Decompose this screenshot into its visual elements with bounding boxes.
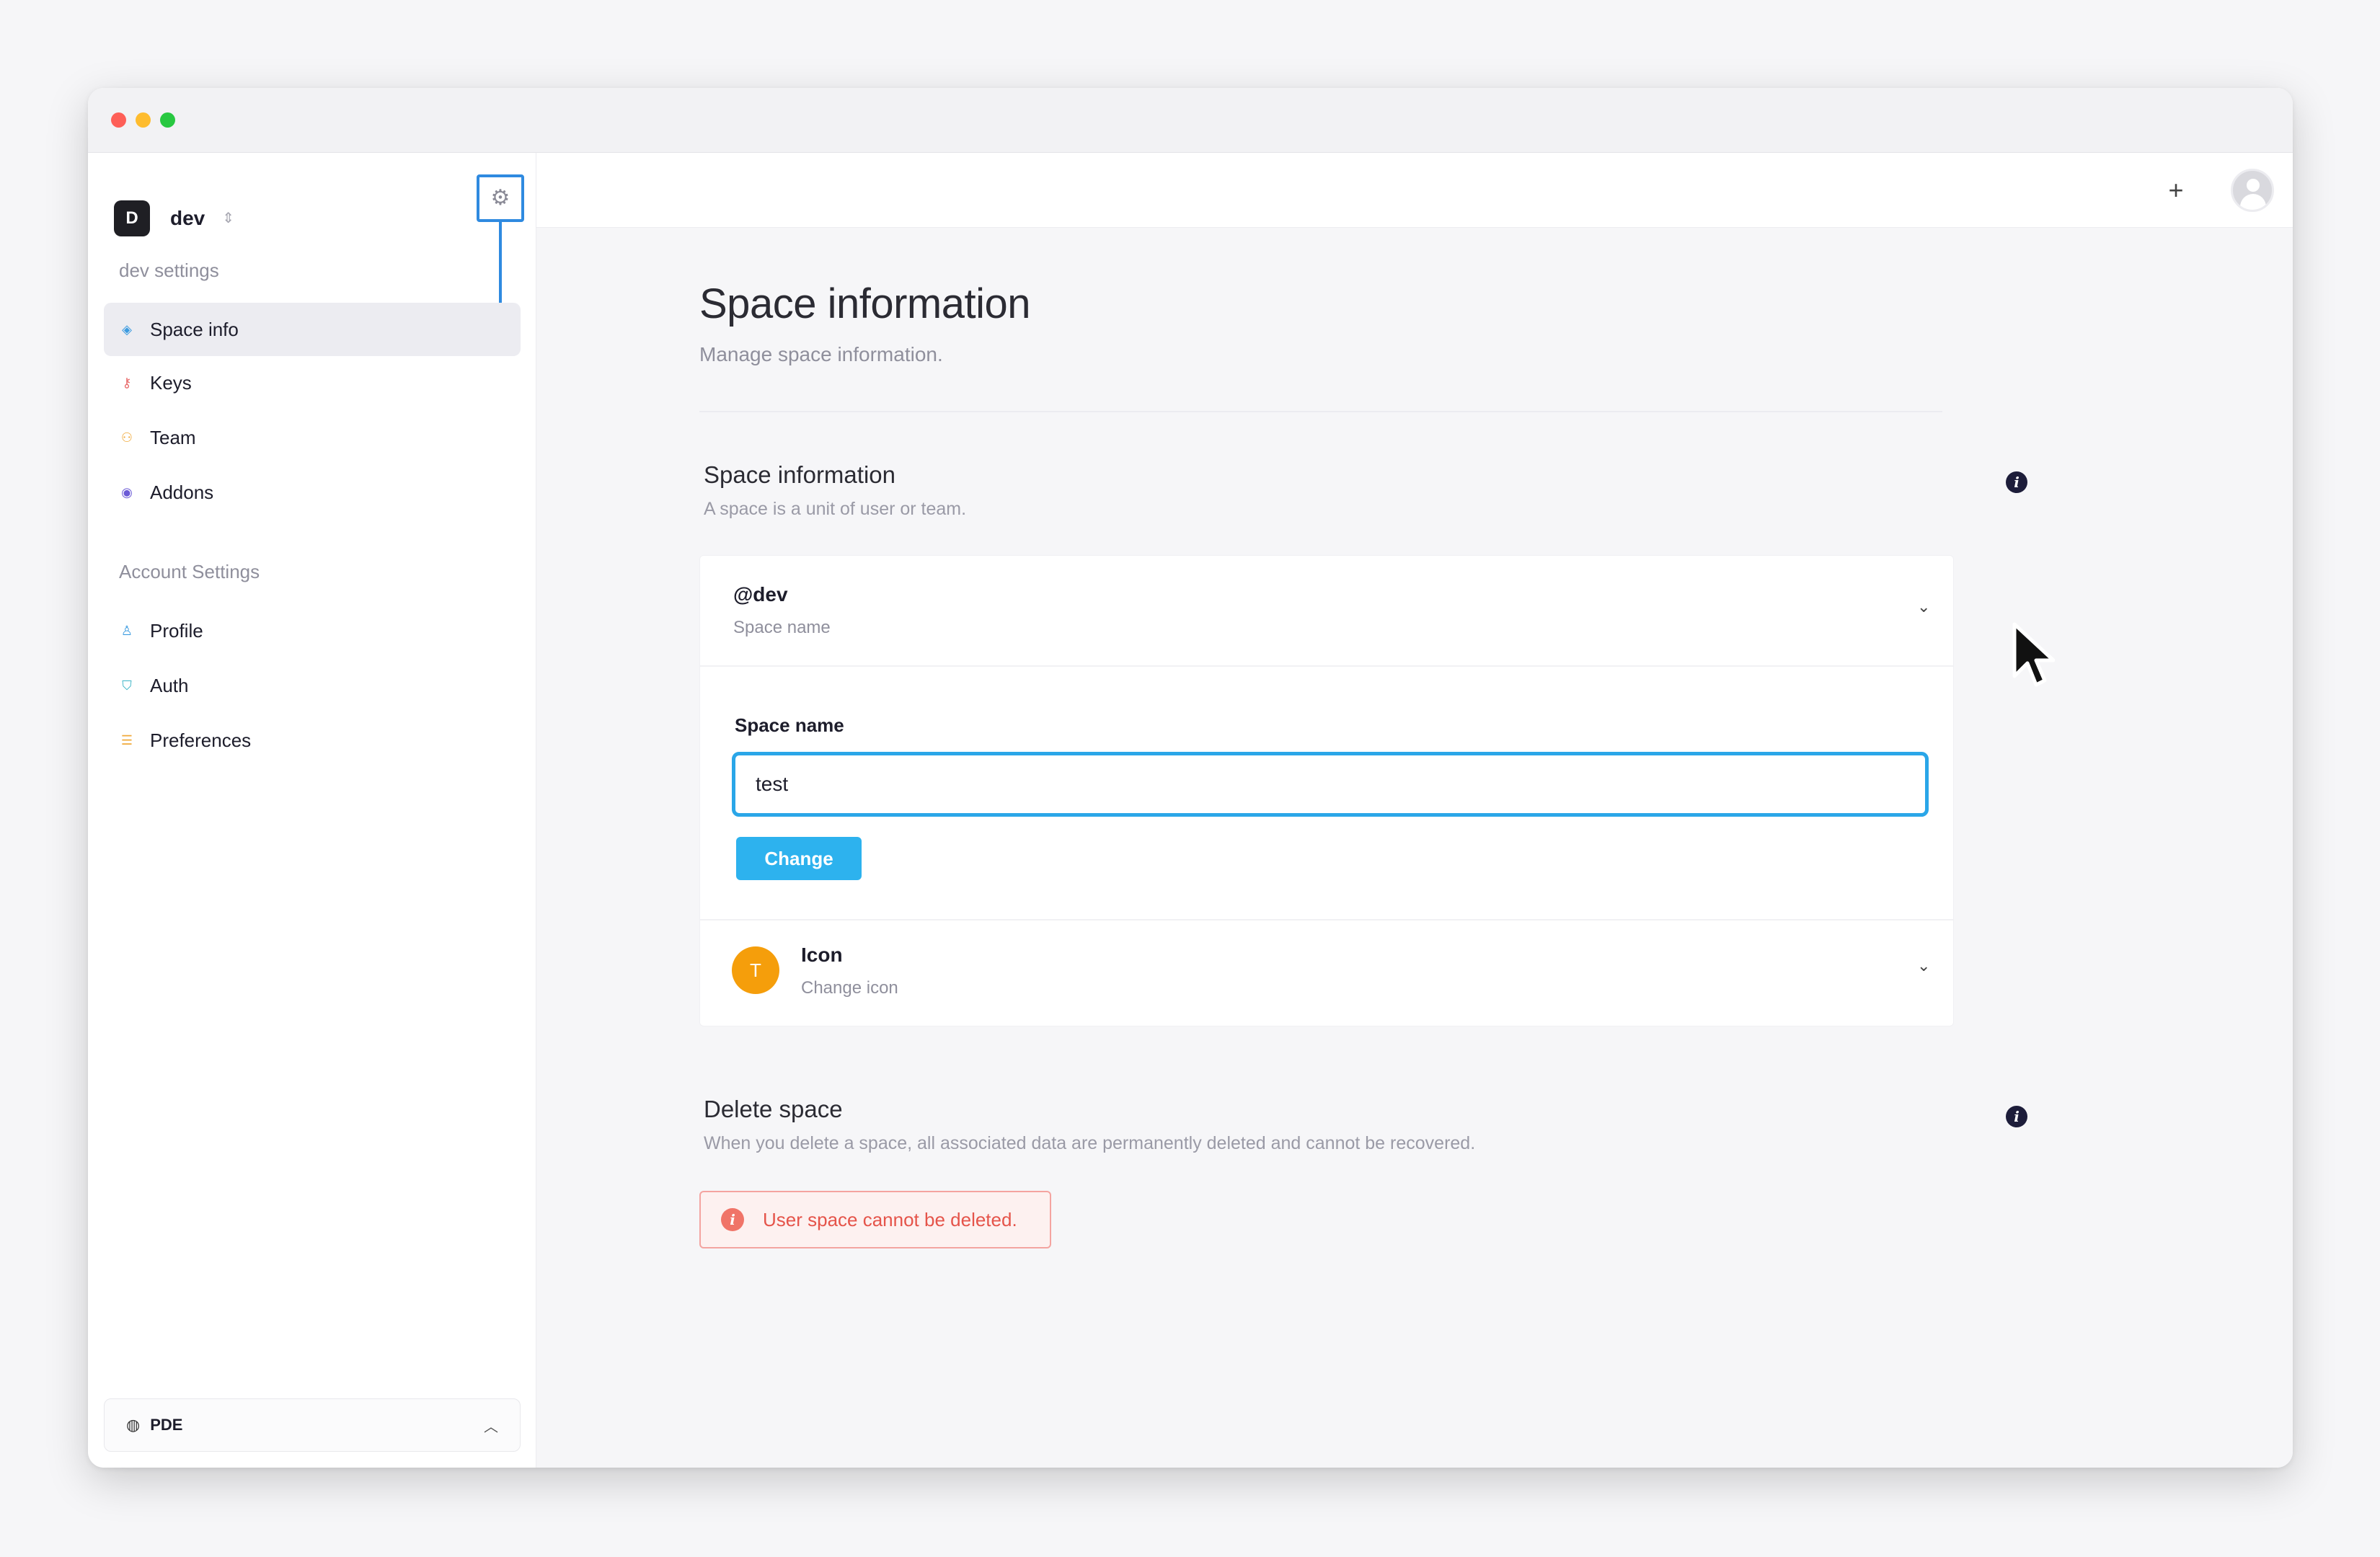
pde-label: PDE bbox=[150, 1416, 183, 1434]
card-divider bbox=[700, 919, 1953, 921]
delete-section-subtitle: When you delete a space, all associated … bbox=[704, 1133, 1476, 1153]
sidebar-item-label: Auth bbox=[150, 674, 189, 696]
card-divider bbox=[700, 665, 1953, 667]
space-icon-avatar: T bbox=[732, 946, 779, 994]
sidebar-item-label: Space info bbox=[150, 318, 239, 340]
top-bar: + bbox=[536, 153, 2293, 228]
settings-button[interactable]: ⚙ bbox=[477, 174, 524, 222]
page-subtitle: Manage space information. bbox=[699, 343, 943, 365]
info-icon[interactable]: i bbox=[2006, 471, 2027, 493]
space-section-subtitle: A space is a unit of user or team. bbox=[704, 499, 967, 519]
sliders-icon: ☰ bbox=[120, 733, 133, 748]
workspace-avatar: D bbox=[114, 200, 150, 236]
sidebar-item-preferences[interactable]: ☰ Preferences bbox=[104, 714, 521, 767]
chevron-down-icon[interactable]: ⌄ bbox=[1917, 957, 1930, 975]
avatar-body bbox=[2240, 194, 2266, 210]
space-name-label: Space name bbox=[735, 714, 844, 736]
title-bar bbox=[88, 88, 2293, 153]
page-title: Space information bbox=[699, 280, 1030, 327]
gear-icon: ⚙ bbox=[490, 186, 510, 210]
sidebar-item-label: Preferences bbox=[150, 729, 252, 751]
sidebar-item-space-info[interactable]: ◈ Space info bbox=[104, 303, 521, 356]
sidebar-item-label: Team bbox=[150, 426, 196, 448]
space-section-title: Space information bbox=[704, 461, 895, 488]
pde-menu[interactable]: ◍ PDE ︿ bbox=[104, 1398, 521, 1452]
chevron-down-icon[interactable]: ⌄ bbox=[1917, 598, 1930, 616]
switch-icon: ⇕ bbox=[222, 210, 235, 226]
chevron-up-icon: ︿ bbox=[484, 1419, 498, 1435]
zoom-window-button[interactable] bbox=[160, 112, 175, 128]
sidebar-item-team[interactable]: ⚇ Team bbox=[104, 411, 521, 464]
addon-icon: ◉ bbox=[121, 485, 133, 500]
mouse-cursor-icon bbox=[2012, 622, 2055, 687]
sidebar-section-dev-settings: dev settings bbox=[119, 260, 219, 281]
close-window-button[interactable] bbox=[111, 112, 126, 128]
key-icon: ⚷ bbox=[122, 376, 132, 390]
user-icon: ♙ bbox=[120, 624, 133, 638]
space-name-row-title: @dev bbox=[733, 583, 788, 606]
alert-icon: i bbox=[721, 1208, 744, 1231]
sidebar-item-auth[interactable]: ⛉ Auth bbox=[104, 659, 521, 712]
workspace-name: dev bbox=[170, 207, 205, 229]
delete-alert: i User space cannot be deleted. bbox=[699, 1191, 1051, 1248]
icon-row-subtitle: Change icon bbox=[801, 978, 898, 998]
divider bbox=[699, 411, 1942, 412]
sidebar-item-profile[interactable]: ♙ Profile bbox=[104, 604, 521, 657]
space-name-row-subtitle: Space name bbox=[733, 618, 831, 637]
sidebar-section-account-settings: Account Settings bbox=[119, 561, 260, 582]
sidebar-item-label: Profile bbox=[150, 619, 203, 642]
team-icon: ⚇ bbox=[120, 430, 133, 445]
avatar[interactable] bbox=[2231, 169, 2274, 212]
space-name-input[interactable] bbox=[732, 752, 1929, 817]
avatar-head bbox=[2247, 179, 2260, 192]
shield-icon: ⛉ bbox=[122, 678, 132, 693]
minimize-window-button[interactable] bbox=[136, 112, 151, 128]
workspace-switcher[interactable]: D dev ⇕ bbox=[114, 200, 234, 236]
delete-section-title: Delete space bbox=[704, 1096, 843, 1122]
space-settings-card: @dev Space name ⌄ Space name Change T Ic… bbox=[699, 555, 1954, 1026]
sidebar-item-label: Keys bbox=[150, 371, 192, 394]
add-button[interactable]: + bbox=[2160, 174, 2192, 206]
sidebar-item-keys[interactable]: ⚷ Keys bbox=[104, 356, 521, 409]
sidebar-item-addons[interactable]: ◉ Addons bbox=[104, 466, 521, 519]
sidebar-item-label: Addons bbox=[150, 481, 214, 503]
alert-text: User space cannot be deleted. bbox=[763, 1208, 1017, 1230]
info-icon[interactable]: i bbox=[2006, 1106, 2027, 1127]
pde-icon: ◍ bbox=[126, 1416, 141, 1434]
layers-icon: ◈ bbox=[122, 322, 132, 337]
icon-row-title: Icon bbox=[801, 944, 843, 966]
change-button[interactable]: Change bbox=[736, 837, 862, 880]
